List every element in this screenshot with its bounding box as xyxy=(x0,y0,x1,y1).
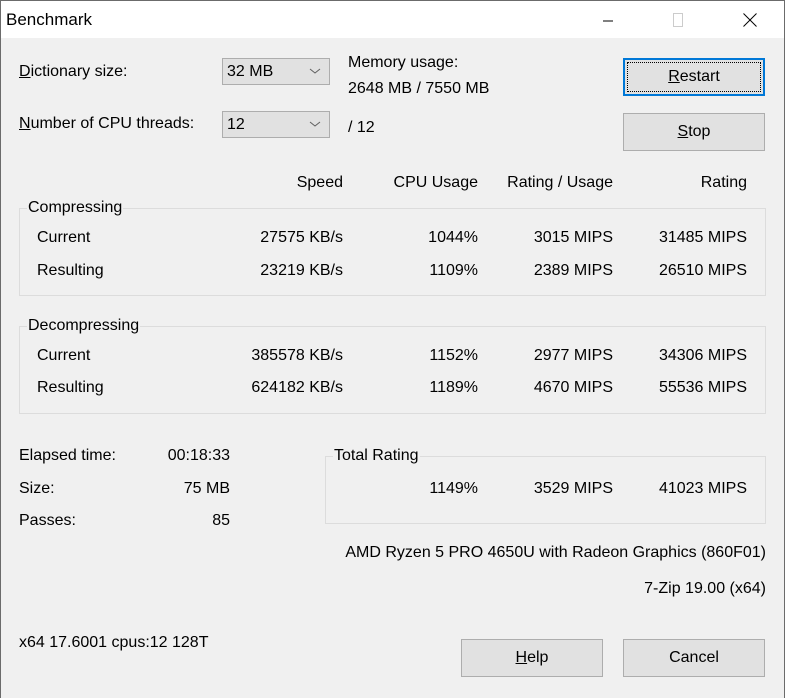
rating-value: 31485 MIPS xyxy=(658,229,747,246)
total-rating-value: 41023 MIPS xyxy=(658,480,747,497)
passes-label: Passes: xyxy=(19,512,76,529)
rating-usage-value: 4670 MIPS xyxy=(533,379,613,396)
memory-usage-value: 2648 MB / 7550 MB xyxy=(348,80,490,97)
version-info: 7-Zip 19.00 (x64) xyxy=(644,580,766,597)
dictionary-size-value: 32 MB xyxy=(227,63,274,80)
passes-value: 85 xyxy=(212,512,230,529)
size-value: 75 MB xyxy=(183,480,230,497)
rating-value: 26510 MIPS xyxy=(658,262,747,279)
memory-usage-label: Memory usage: xyxy=(348,54,459,71)
rating-usage-value: 3015 MIPS xyxy=(533,229,613,246)
title-bar[interactable]: Benchmark xyxy=(1,1,784,38)
speed-value: 27575 KB/s xyxy=(260,229,343,246)
speed-value: 624182 KB/s xyxy=(251,379,343,396)
cpu-usage-value: 1044% xyxy=(428,229,478,246)
row-name: Current xyxy=(37,347,91,364)
dictionary-size-label: Dictionary size: xyxy=(19,63,127,81)
total-rating-label: Total Rating xyxy=(333,447,420,465)
restart-mnemonic: R xyxy=(668,68,680,85)
row-name: Resulting xyxy=(37,379,104,396)
cancel-label: Cancel xyxy=(669,649,719,666)
compressing-group-label: Compressing xyxy=(27,199,124,217)
speed-value: 385578 KB/s xyxy=(251,347,343,364)
speed-value: 23219 KB/s xyxy=(260,262,343,279)
stop-button[interactable]: Stop xyxy=(623,113,765,151)
elapsed-time-value: 00:18:33 xyxy=(167,447,230,464)
help-mnemonic: H xyxy=(515,649,528,666)
decompressing-group xyxy=(19,326,766,414)
cpu-threads-value: 12 xyxy=(227,116,245,133)
size-label: Size: xyxy=(19,480,55,497)
stop-mnemonic: S xyxy=(677,123,689,140)
minimize-button[interactable] xyxy=(585,1,631,38)
column-header-speed: Speed xyxy=(296,174,343,191)
dictionary-label-text: ictionary size: xyxy=(30,63,128,80)
cpu-usage-value: 1189% xyxy=(429,379,478,396)
close-button[interactable] xyxy=(727,1,773,38)
dictionary-mnemonic: D xyxy=(19,63,31,80)
minimize-icon xyxy=(603,20,613,21)
elapsed-time-label: Elapsed time: xyxy=(19,447,116,464)
rating-value: 55536 MIPS xyxy=(658,379,747,396)
decompressing-group-label: Decompressing xyxy=(27,317,141,335)
maximize-icon xyxy=(673,12,683,27)
benchmark-window: Benchmark Dictionary size: 32 MB Number … xyxy=(0,0,785,698)
cpu-threads-label: Number of CPU threads: xyxy=(19,115,194,133)
close-icon xyxy=(743,12,757,27)
rating-usage-value: 2389 MIPS xyxy=(533,262,613,279)
total-cpu-usage-value: 1149% xyxy=(429,480,478,497)
chevron-down-icon xyxy=(309,121,321,127)
cpu-threads-max: / 12 xyxy=(348,119,375,136)
column-header-rating-usage: Rating / Usage xyxy=(507,174,613,191)
restart-label: estart xyxy=(679,68,720,85)
restart-button[interactable]: Restart xyxy=(623,58,765,96)
threads-mnemonic: N xyxy=(19,115,31,132)
maximize-button xyxy=(655,1,701,38)
column-header-cpu-usage: CPU Usage xyxy=(393,174,478,191)
total-rating-usage-value: 3529 MIPS xyxy=(533,480,613,497)
build-info: x64 17.6001 cpus:12 128T xyxy=(19,634,209,651)
rating-value: 34306 MIPS xyxy=(658,347,747,364)
stop-label: top xyxy=(688,123,711,140)
cancel-button[interactable]: Cancel xyxy=(623,639,765,677)
cpu-threads-select[interactable]: 12 xyxy=(222,111,330,138)
dictionary-size-select[interactable]: 32 MB xyxy=(222,58,330,85)
cpu-usage-value: 1152% xyxy=(429,347,478,364)
compressing-group xyxy=(19,208,766,296)
help-button[interactable]: Help xyxy=(461,639,603,677)
window-title: Benchmark xyxy=(6,10,92,29)
rating-usage-value: 2977 MIPS xyxy=(533,347,613,364)
row-name: Current xyxy=(37,229,91,246)
threads-label-text: umber of CPU threads: xyxy=(30,115,195,132)
cpu-usage-value: 1109% xyxy=(429,262,478,279)
cpu-name: AMD Ryzen 5 PRO 4650U with Radeon Graphi… xyxy=(345,544,766,561)
row-name: Resulting xyxy=(37,262,104,279)
help-label: elp xyxy=(527,649,549,666)
column-header-rating: Rating xyxy=(700,174,747,191)
chevron-down-icon xyxy=(309,68,321,74)
